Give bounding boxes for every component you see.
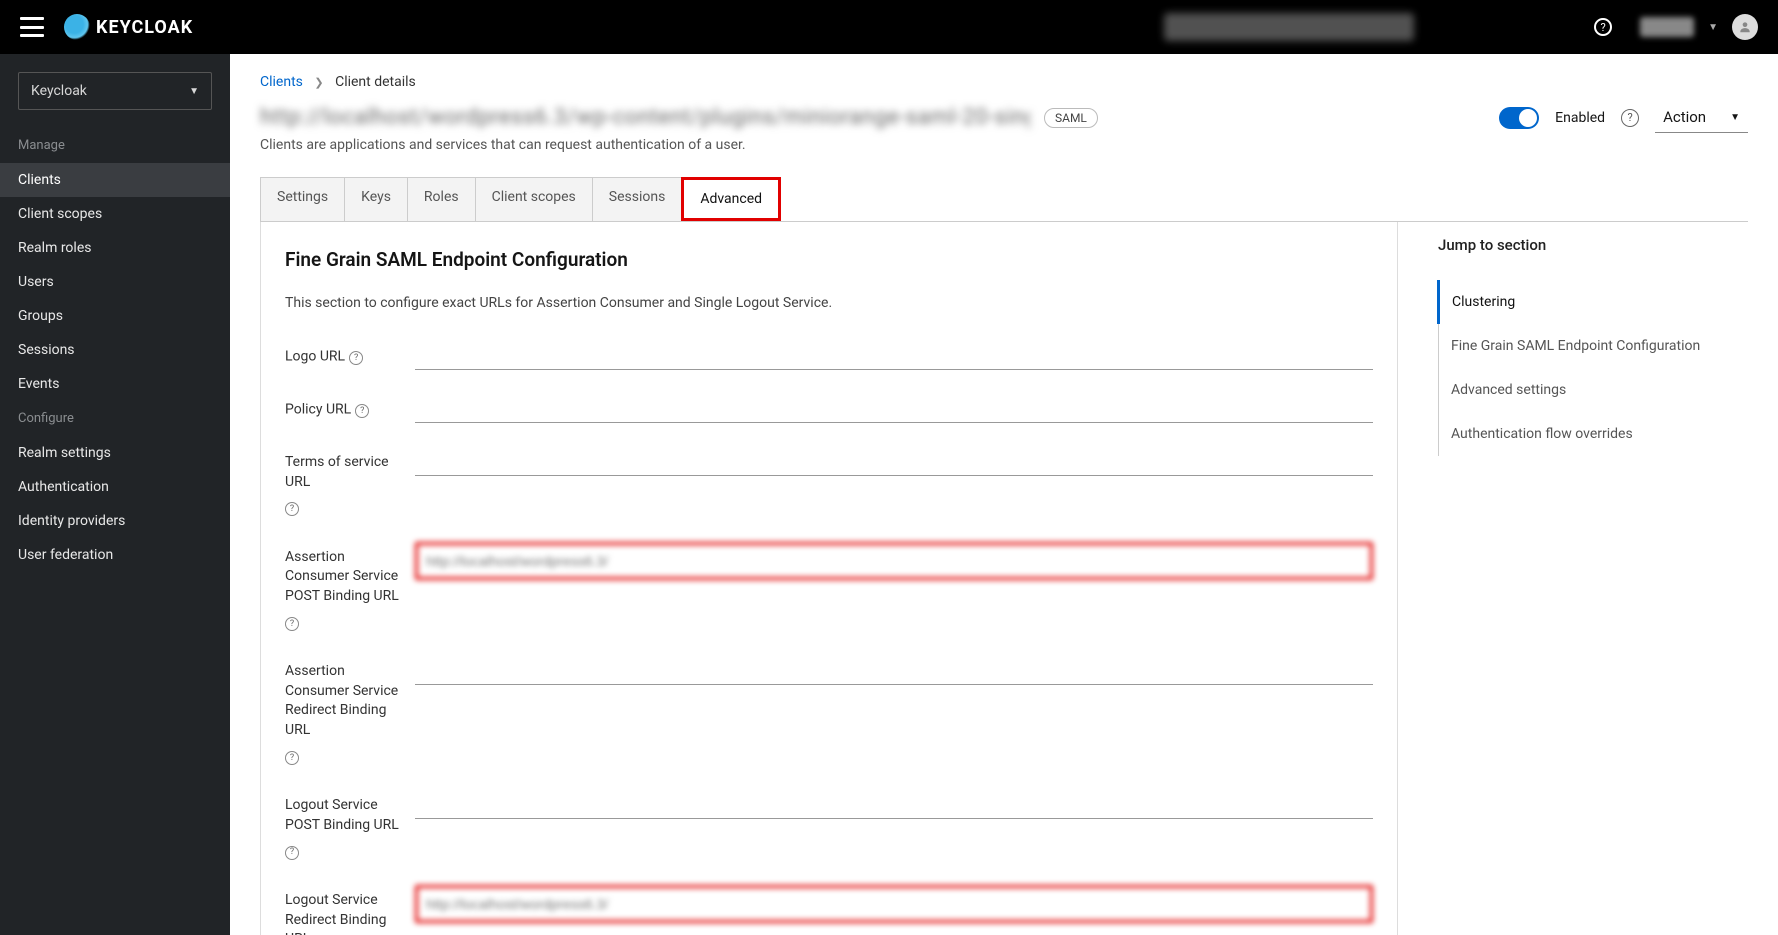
form-label: Assertion Consumer Service POST Binding …	[285, 542, 415, 632]
tab-advanced[interactable]: Advanced	[681, 177, 781, 221]
panel-description: This section to configure exact URLs for…	[285, 295, 1373, 311]
enabled-label: Enabled	[1555, 110, 1605, 126]
sidebar-section-title: Manage	[0, 128, 230, 163]
user-menu[interactable]: ▼	[1640, 14, 1758, 40]
form-label: Assertion Consumer Service Redirect Bind…	[285, 656, 415, 766]
jump-to-section: Jump to section ClusteringFine Grain SAM…	[1438, 222, 1748, 935]
help-icon[interactable]: ?	[285, 846, 299, 860]
help-icon[interactable]: ?	[285, 751, 299, 765]
jump-item-clustering[interactable]: Clustering	[1437, 280, 1748, 324]
form-label: Policy URL?	[285, 394, 415, 420]
form-row: Logout Service POST Binding URL?	[285, 790, 1373, 861]
form-row: Logo URL?	[285, 341, 1373, 370]
breadcrumb: Clients ❯ Client details	[260, 74, 1748, 90]
help-icon[interactable]: ?	[355, 404, 369, 418]
sidebar-item-realm-roles[interactable]: Realm roles	[0, 231, 230, 265]
form-row: Policy URL?	[285, 394, 1373, 423]
jump-title: Jump to section	[1438, 236, 1748, 254]
panel-title: Fine Grain SAML Endpoint Configuration	[285, 248, 1373, 271]
form-row: Terms of service URL?	[285, 447, 1373, 518]
keycloak-logo-icon	[64, 14, 90, 40]
help-icon[interactable]: ?	[1594, 18, 1612, 36]
tab-sessions[interactable]: Sessions	[592, 177, 683, 221]
client-tabs: SettingsKeysRolesClient scopesSessionsAd…	[260, 177, 1748, 222]
client-description: Clients are applications and services th…	[260, 137, 1748, 153]
input-assertion-consumer-service-post-binding-url[interactable]	[415, 542, 1373, 580]
help-icon[interactable]: ?	[285, 617, 299, 631]
main-content: Clients ❯ Client details http://localhos…	[230, 54, 1778, 935]
caret-down-icon: ▼	[1730, 112, 1740, 123]
sidebar: Keycloak ▼ ManageClientsClient scopesRea…	[0, 54, 230, 935]
chevron-down-icon: ▼	[189, 86, 199, 97]
tab-roles[interactable]: Roles	[407, 177, 476, 221]
input-policy-url[interactable]	[415, 394, 1373, 423]
sidebar-item-user-federation[interactable]: User federation	[0, 538, 230, 572]
avatar[interactable]	[1732, 14, 1758, 40]
form-label: Terms of service URL?	[285, 447, 415, 518]
realm-label: Keycloak	[31, 83, 87, 99]
input-assertion-consumer-service-redirect-binding-url[interactable]	[415, 656, 1373, 685]
action-dropdown[interactable]: Action ▼	[1655, 102, 1748, 133]
input-logout-service-post-binding-url[interactable]	[415, 790, 1373, 819]
action-label: Action	[1663, 108, 1706, 126]
breadcrumb-current: Client details	[335, 74, 416, 90]
sidebar-item-groups[interactable]: Groups	[0, 299, 230, 333]
sidebar-item-client-scopes[interactable]: Client scopes	[0, 197, 230, 231]
client-header: http://localhost/wordpress6.3/wp-content…	[260, 102, 1748, 133]
form-row: Assertion Consumer Service POST Binding …	[285, 542, 1373, 632]
chevron-down-icon: ▼	[1708, 22, 1718, 33]
client-type-badge: SAML	[1044, 108, 1098, 128]
sidebar-item-identity-providers[interactable]: Identity providers	[0, 504, 230, 538]
sidebar-item-clients[interactable]: Clients	[0, 163, 230, 197]
help-icon[interactable]: ?	[349, 351, 363, 365]
form-row: Assertion Consumer Service Redirect Bind…	[285, 656, 1373, 766]
enabled-toggle[interactable]	[1499, 107, 1539, 129]
help-icon[interactable]: ?	[285, 502, 299, 516]
chevron-right-icon: ❯	[314, 76, 323, 89]
input-logo-url[interactable]	[415, 341, 1373, 370]
brand-logo[interactable]: KEYCLOAK	[64, 14, 193, 40]
brand-text: KEYCLOAK	[96, 17, 193, 38]
help-icon[interactable]: ?	[1621, 109, 1639, 127]
form-label: Logo URL?	[285, 341, 415, 367]
hamburger-icon[interactable]	[20, 17, 44, 37]
advanced-panel: Fine Grain SAML Endpoint Configuration T…	[260, 222, 1398, 935]
jump-item-authentication-flow-overrides[interactable]: Authentication flow overrides	[1438, 412, 1748, 456]
input-terms-of-service-url[interactable]	[415, 447, 1373, 476]
sidebar-item-events[interactable]: Events	[0, 367, 230, 401]
tab-settings[interactable]: Settings	[260, 177, 345, 221]
tab-client-scopes[interactable]: Client scopes	[475, 177, 593, 221]
search-input-blurred[interactable]	[1164, 13, 1414, 41]
form-label: Logout Service Redirect Binding URL?	[285, 885, 415, 935]
realm-selector[interactable]: Keycloak ▼	[18, 72, 212, 110]
form-label: Logout Service POST Binding URL?	[285, 790, 415, 861]
sidebar-item-realm-settings[interactable]: Realm settings	[0, 436, 230, 470]
sidebar-section-title: Configure	[0, 401, 230, 436]
jump-item-fine-grain-saml-endpoint-configuration[interactable]: Fine Grain SAML Endpoint Configuration	[1438, 324, 1748, 368]
sidebar-item-authentication[interactable]: Authentication	[0, 470, 230, 504]
tab-keys[interactable]: Keys	[344, 177, 408, 221]
form-row: Logout Service Redirect Binding URL?	[285, 885, 1373, 935]
client-title-blurred: http://localhost/wordpress6.3/wp-content…	[260, 105, 1030, 130]
app-header: KEYCLOAK ? ▼	[0, 0, 1778, 54]
sidebar-item-users[interactable]: Users	[0, 265, 230, 299]
breadcrumb-clients[interactable]: Clients	[260, 74, 303, 90]
jump-item-advanced-settings[interactable]: Advanced settings	[1438, 368, 1748, 412]
sidebar-item-sessions[interactable]: Sessions	[0, 333, 230, 367]
input-logout-service-redirect-binding-url[interactable]	[415, 885, 1373, 923]
username-blurred	[1640, 17, 1694, 37]
